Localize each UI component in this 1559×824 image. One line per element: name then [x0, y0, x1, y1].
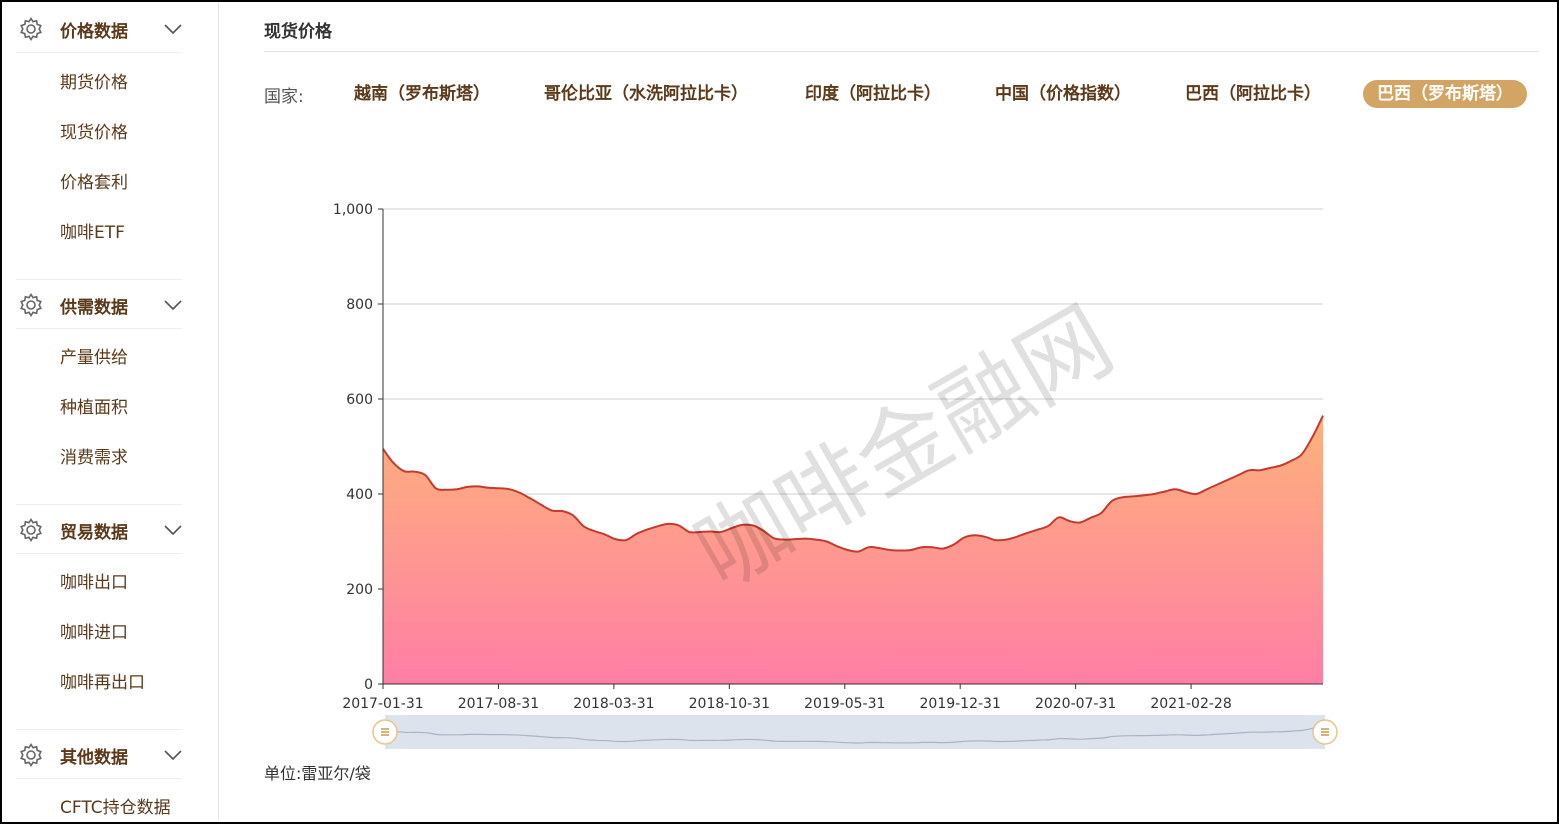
sidebar-item-price-arbitrage[interactable]: 价格套利 — [60, 168, 128, 193]
sidebar-group-other[interactable]: 其他数据 — [16, 732, 182, 779]
page-title: 现货价格 — [264, 22, 332, 42]
sidebar-group-title: 供需数据 — [60, 297, 128, 318]
chevron-down-icon — [164, 525, 182, 536]
tab-brazil-arabica[interactable]: 巴西（阿拉比卡） — [1185, 80, 1321, 108]
tab-india-arabica[interactable]: 印度（阿拉比卡） — [805, 80, 941, 108]
slider-handle-left[interactable] — [372, 719, 398, 745]
data-zoom-slider[interactable] — [372, 715, 1338, 749]
title-divider — [264, 51, 1538, 52]
tab-vietnam-robusta[interactable]: 越南（罗布斯塔） — [354, 80, 490, 108]
unit-value: 雷亚尔/袋 — [301, 764, 371, 783]
chevron-down-icon — [164, 300, 182, 311]
sidebar-group-trade[interactable]: 贸易数据 — [16, 507, 182, 554]
sidebar-divider — [16, 504, 182, 505]
chevron-down-icon — [164, 750, 182, 761]
sidebar-item-cftc-positions[interactable]: CFTC持仓数据 — [60, 793, 171, 818]
gear-icon — [20, 16, 42, 42]
sidebar-group-price[interactable]: 价格数据 — [16, 6, 182, 53]
unit-label: 单位: — [264, 764, 302, 783]
sidebar-item-coffee-etf[interactable]: 咖啡ETF — [60, 218, 125, 243]
gear-icon — [20, 742, 42, 768]
sidebar-item-coffee-reexport[interactable]: 咖啡再出口 — [60, 668, 145, 693]
tab-colombia-washed-arabica[interactable]: 哥伦比亚（水洗阿拉比卡） — [544, 80, 748, 108]
gear-icon — [20, 517, 42, 543]
slider-handle-right[interactable] — [1312, 719, 1338, 745]
sidebar-item-production-supply[interactable]: 产量供给 — [60, 343, 128, 368]
country-label: 国家: — [264, 87, 304, 107]
sidebar-divider — [16, 729, 182, 730]
sidebar: 价格数据 期货价格 现货价格 价格套利 咖啡ETF 供需数据 产量供给 种植面积… — [2, 2, 219, 820]
unit-note: 单位:雷亚尔/袋 — [264, 760, 371, 784]
sidebar-group-title: 价格数据 — [60, 21, 128, 42]
sidebar-group-supply-demand[interactable]: 供需数据 — [16, 282, 182, 329]
sidebar-divider — [16, 279, 182, 280]
chevron-down-icon — [164, 24, 182, 35]
window-frame — [0, 0, 1559, 824]
tab-china-price-index[interactable]: 中国（价格指数） — [995, 80, 1131, 108]
sidebar-group-title: 其他数据 — [60, 747, 128, 768]
sidebar-item-coffee-import[interactable]: 咖啡进口 — [60, 618, 128, 643]
gear-icon — [20, 292, 42, 318]
sidebar-group-title: 贸易数据 — [60, 522, 128, 543]
sidebar-item-futures-price[interactable]: 期货价格 — [60, 68, 128, 93]
sidebar-item-consumption-demand[interactable]: 消费需求 — [60, 443, 128, 468]
slider-track[interactable] — [385, 715, 1325, 749]
tab-brazil-robusta[interactable]: 巴西（罗布斯塔） — [1363, 80, 1527, 108]
sidebar-item-spot-price[interactable]: 现货价格 — [60, 118, 128, 143]
sidebar-item-planting-area[interactable]: 种植面积 — [60, 393, 128, 418]
sidebar-item-coffee-export[interactable]: 咖啡出口 — [60, 568, 128, 593]
